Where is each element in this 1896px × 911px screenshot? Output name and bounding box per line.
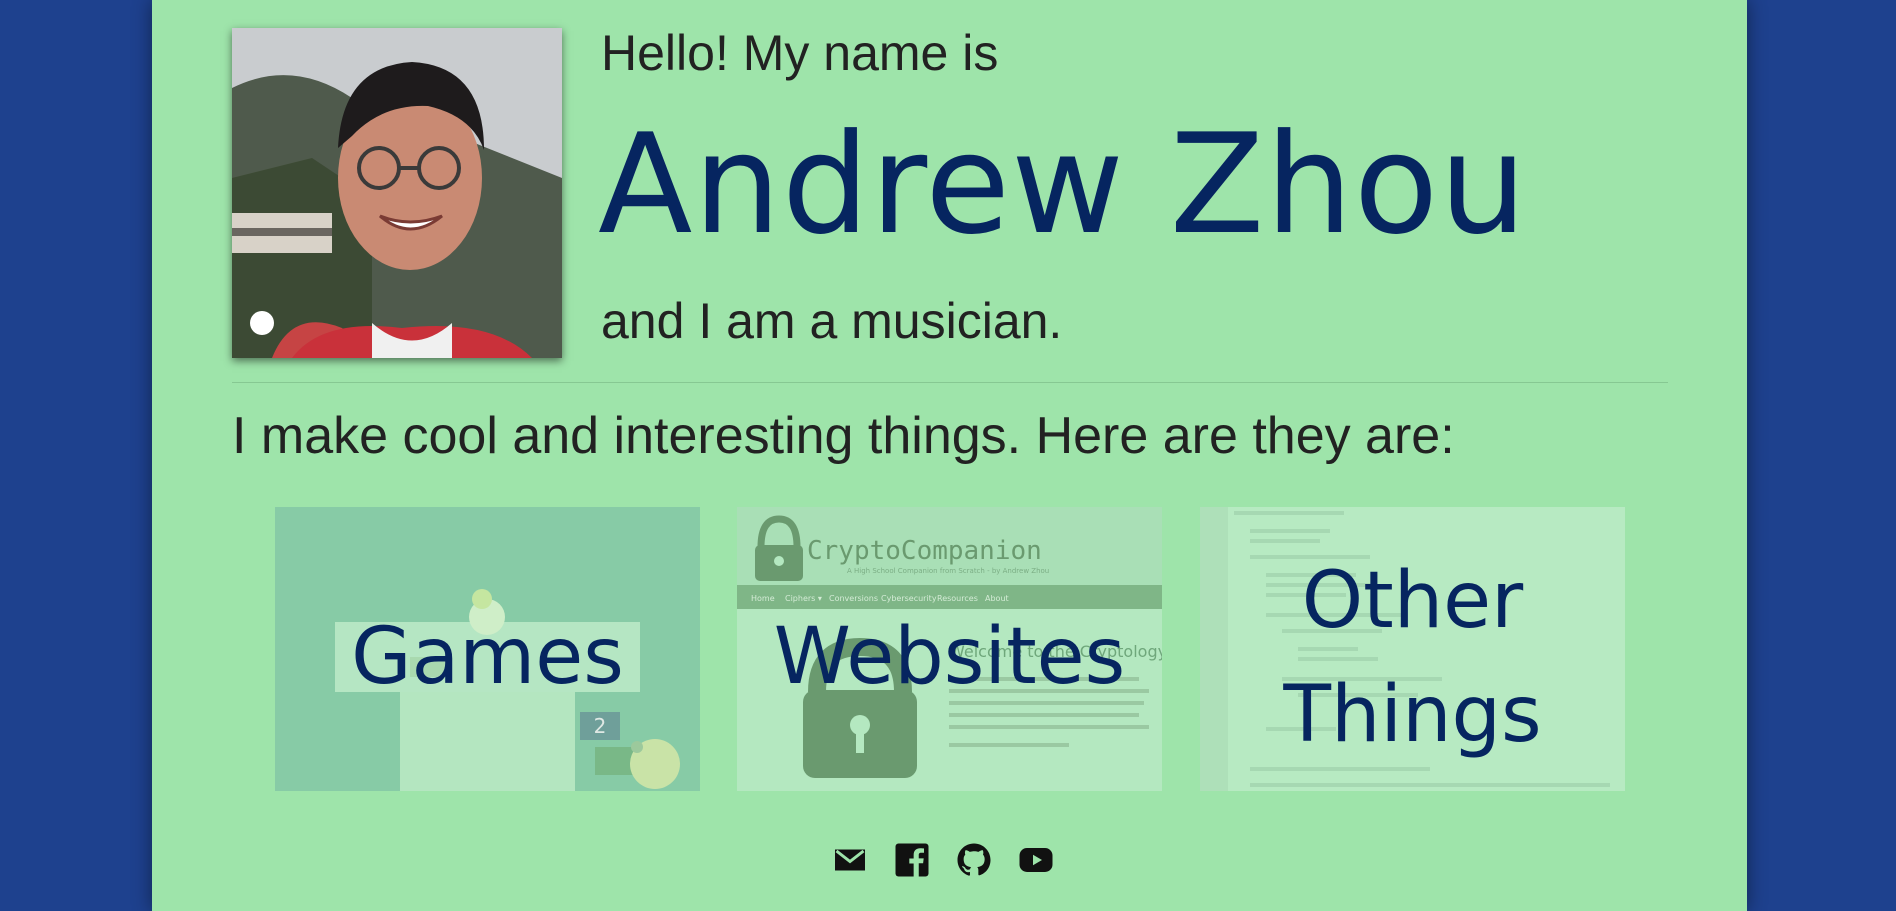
divider — [232, 382, 1668, 383]
svg-text:2: 2 — [594, 714, 607, 738]
svg-text:Cybersecurity: Cybersecurity — [881, 594, 937, 603]
github-icon[interactable] — [956, 842, 992, 878]
svg-text:Home: Home — [751, 594, 775, 603]
intro-text: I make cool and interesting things. Here… — [232, 407, 1455, 465]
other-things-tile[interactable]: Other Things — [1200, 507, 1625, 791]
svg-text:Ciphers ▾: Ciphers ▾ — [785, 594, 822, 603]
svg-text:Conversions: Conversions — [829, 594, 878, 603]
websites-label: Websites — [773, 612, 1126, 702]
youtube-icon[interactable] — [1018, 842, 1054, 878]
mail-icon[interactable] — [832, 842, 868, 878]
facebook-icon[interactable] — [894, 842, 930, 878]
profile-photo-art — [232, 28, 562, 358]
svg-text:Resources: Resources — [937, 594, 978, 603]
other-things-label-line1: Other — [1301, 556, 1524, 646]
page-title: Andrew Zhou — [598, 104, 1528, 265]
role-text: and I am a musician. — [601, 293, 1063, 349]
websites-tile[interactable]: CryptoCompanion A High School Companion … — [737, 507, 1162, 791]
games-tile[interactable]: 2 Games — [275, 507, 700, 791]
greeting-text: Hello! My name is — [601, 25, 999, 81]
websites-screenshot-subtitle: A High School Companion from Scratch - b… — [847, 567, 1049, 575]
svg-text:About: About — [985, 594, 1009, 603]
websites-screenshot-title: CryptoCompanion — [807, 536, 1042, 566]
profile-photo — [232, 28, 562, 358]
main-card: Hello! My name is Andrew Zhou and I am a… — [152, 0, 1747, 911]
other-things-label-line2: Things — [1283, 670, 1542, 760]
games-label: Games — [351, 612, 624, 702]
